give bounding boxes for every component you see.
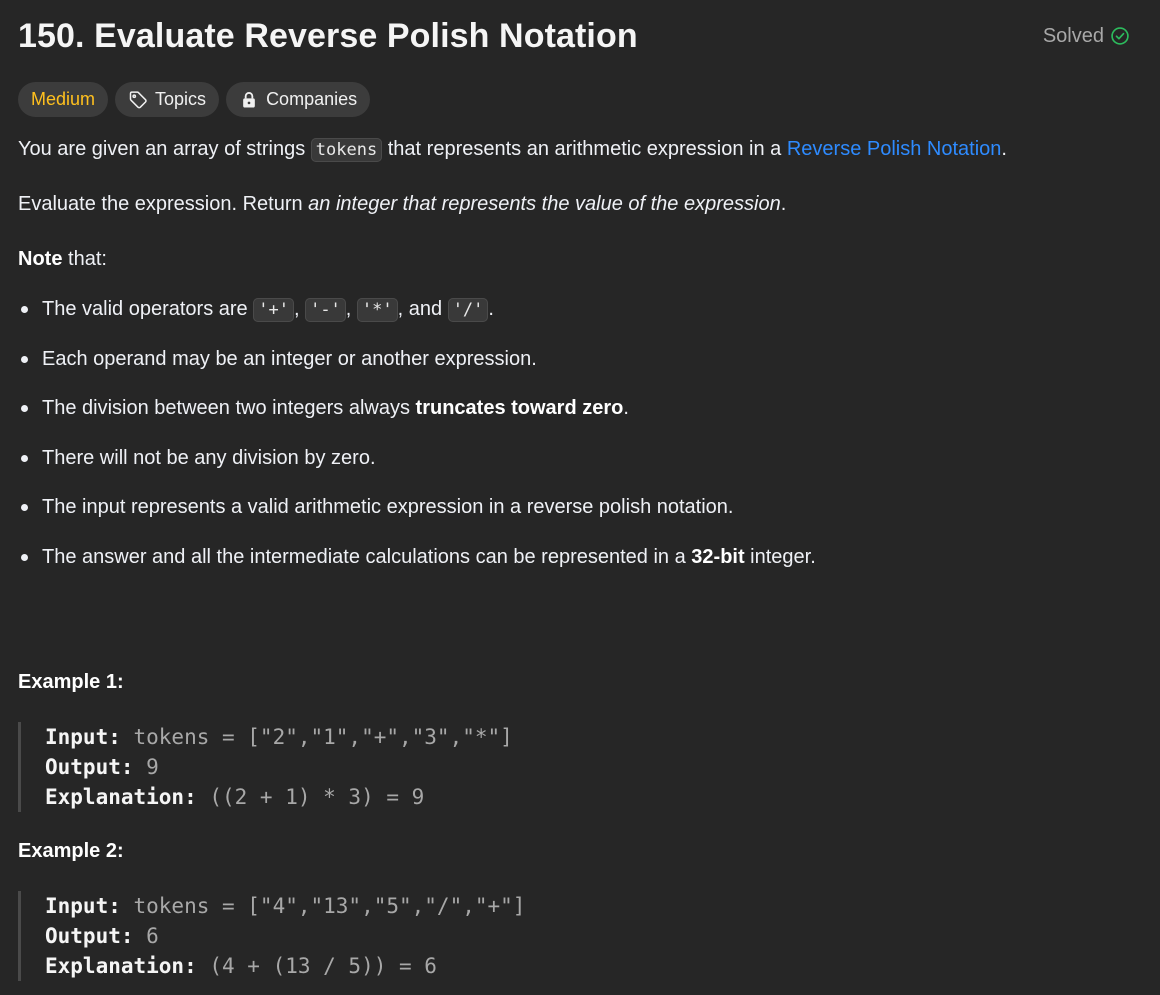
output-value: 6 [133,924,159,948]
text: The division between two integers always [42,397,416,419]
companies-button[interactable]: Companies [226,82,371,117]
explanation-label: Explanation: [45,785,197,809]
inline-code-minus: '-' [305,298,346,322]
note-bold: Note [18,248,63,270]
explanation-value: (4 + (13 / 5)) = 6 [196,954,437,978]
list-item: The valid operators are '+', '-', '*', a… [18,295,1142,345]
text: The input represents a valid arithmetic … [42,496,734,518]
tag-icon [129,90,147,108]
inline-code-tokens: tokens [310,138,383,162]
solved-status: Solved [1043,25,1130,48]
problem-description-panel: 150. Evaluate Reverse Polish Notation So… [0,0,1160,995]
explanation-label: Explanation: [45,954,197,978]
example-output: Output: 9 [45,752,513,782]
problem-header: 150. Evaluate Reverse Polish Notation So… [18,0,1142,72]
text: . [488,298,494,320]
text: integer. [744,545,816,568]
text: Evaluate the expression. Return [18,193,309,215]
difficulty-badge: Medium [18,82,109,117]
text: The valid operators are [42,298,254,320]
problem-content: You are given an array of strings tokens… [18,135,1142,592]
note-paragraph: Note that: [18,245,1142,273]
topics-button[interactable]: Topics [115,82,220,117]
list-item: There will not be any division by zero. [18,444,1142,494]
inline-code-divide: '/' [447,298,489,322]
example-2-block: Input: tokens = ["4","13","5","/","+"] O… [18,891,525,981]
description-paragraph: You are given an array of strings tokens… [18,135,1142,163]
emphasis-text: an integer that represents the value of … [308,193,781,215]
input-value: tokens = ["4","13","5","/","+"] [120,894,526,918]
lock-icon [243,91,255,107]
output-label: Output: [45,755,134,779]
text: that: [62,248,107,270]
text: that represents an arithmetic expression… [382,138,787,160]
text: , and [397,298,448,320]
bold-text: 32-bit [691,545,745,568]
list-item: Each operand may be an integer or anothe… [18,345,1142,395]
example-explanation: Explanation: ((2 + 1) * 3) = 9 [45,782,513,812]
problem-tags: Medium Topics Companies [18,82,1142,117]
text: . [780,193,787,215]
explanation-value: ((2 + 1) * 3) = 9 [196,785,425,809]
problem-title[interactable]: 150. Evaluate Reverse Polish Notation [18,17,638,56]
topics-label: Topics [155,89,207,109]
text: The answer and all the intermediate calc… [42,545,692,568]
companies-label: Companies [266,89,358,109]
solved-label: Solved [1042,24,1104,47]
text: , [293,298,306,320]
check-circle-icon [1111,27,1129,45]
bold-text: truncates toward zero [415,397,624,419]
example-2-title: Example 2: [18,840,124,862]
example-explanation: Explanation: (4 + (13 / 5)) = 6 [45,951,525,981]
notes-list: The valid operators are '+', '-', '*', a… [18,295,1142,592]
input-label: Input: [45,725,121,749]
text: . [1001,138,1007,160]
example-1-title: Example 1: [18,671,124,693]
output-label: Output: [45,924,134,948]
reverse-polish-notation-link[interactable]: Reverse Polish Notation [787,138,1002,160]
example-output: Output: 6 [45,921,525,951]
input-label: Input: [45,894,121,918]
output-value: 9 [133,755,159,779]
text: Each operand may be an integer or anothe… [42,347,537,370]
text: You are given an array of strings [18,138,311,160]
text: . [623,397,629,419]
inline-code-plus: '+' [253,298,294,322]
list-item: The answer and all the intermediate calc… [18,543,1142,593]
example-input: Input: tokens = ["2","1","+","3","*"] [45,722,513,752]
example-input: Input: tokens = ["4","13","5","/","+"] [45,891,525,921]
text: , [345,298,357,320]
inline-code-multiply: '*' [356,298,398,322]
list-item: The input represents a valid arithmetic … [18,493,1142,543]
task-paragraph: Evaluate the expression. Return an integ… [18,190,1142,218]
input-value: tokens = ["2","1","+","3","*"] [120,725,513,749]
example-1-block: Input: tokens = ["2","1","+","3","*"] Ou… [18,722,513,812]
difficulty-label: Medium [31,89,96,109]
list-item: The division between two integers always… [18,394,1142,444]
text: There will not be any division by zero. [42,446,376,469]
